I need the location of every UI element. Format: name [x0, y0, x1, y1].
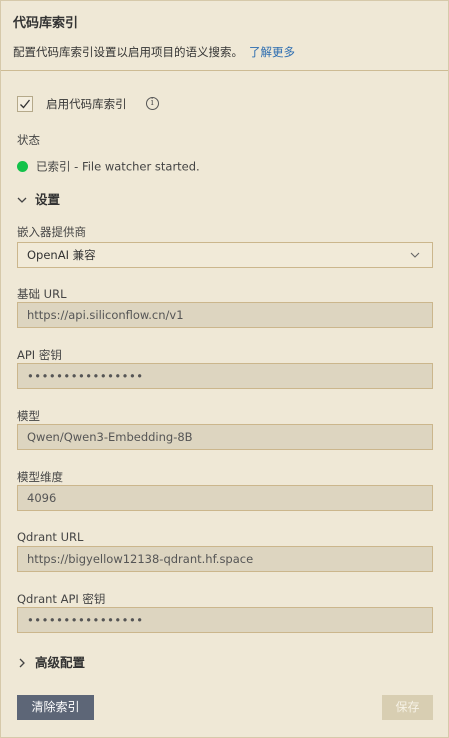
enable-indexing-label: 启用代码库索引: [46, 96, 127, 111]
dimension-label: 模型维度: [17, 470, 63, 484]
settings-section-toggle[interactable]: 设置: [17, 189, 60, 208]
qdrant-key-input[interactable]: ••••••••••••••••: [17, 607, 433, 633]
info-icon[interactable]: i: [145, 97, 159, 110]
status-row: 已索引 - File watcher started.: [17, 156, 200, 175]
panel-title: 代码库索引: [13, 16, 79, 31]
clear-index-button[interactable]: 清除索引: [17, 695, 94, 720]
advanced-title: 高级配置: [35, 655, 86, 670]
api-key-input[interactable]: ••••••••••••••••: [17, 363, 433, 389]
embedder-value: OpenAI 兼容: [27, 248, 96, 262]
qdrant-url-input[interactable]: https://bigyellow12138-qdrant.hf.space: [17, 546, 433, 572]
description-text: 配置代码库索引设置以启用项目的语义搜索。: [13, 45, 243, 59]
status-text: 已索引 - File watcher started.: [36, 159, 200, 174]
embedder-select[interactable]: OpenAI 兼容: [17, 242, 433, 268]
status-indicator: [17, 161, 28, 172]
panel-header: 代码库索引 配置代码库索引设置以启用项目的语义搜索。 了解更多: [1, 1, 448, 71]
chevron-down-icon: [17, 197, 27, 203]
chevron-down-icon: [410, 252, 420, 258]
status-label: 状态: [17, 133, 40, 147]
advanced-section-toggle[interactable]: 高级配置: [17, 652, 85, 671]
save-button[interactable]: 保存: [382, 695, 433, 720]
qdrant-key-label: Qdrant API 密钥: [17, 592, 106, 606]
learn-more-link[interactable]: 了解更多: [249, 45, 295, 59]
model-input[interactable]: Qwen/Qwen3-Embedding-8B: [17, 424, 433, 450]
codebase-index-panel: 代码库索引 配置代码库索引设置以启用项目的语义搜索。 了解更多 启用代码库索引 i…: [0, 0, 449, 738]
dimension-input[interactable]: 4096: [17, 485, 433, 511]
api-key-label: API 密钥: [17, 348, 62, 362]
checkmark-icon: [20, 99, 31, 108]
enable-indexing-row: 启用代码库索引 i: [17, 93, 159, 112]
qdrant-url-label: Qdrant URL: [17, 530, 84, 544]
base-url-label: 基础 URL: [17, 287, 67, 301]
panel-description: 配置代码库索引设置以启用项目的语义搜索。 了解更多: [13, 44, 436, 60]
base-url-input[interactable]: https://api.siliconflow.cn/v1: [17, 302, 433, 328]
settings-title: 设置: [35, 192, 61, 207]
embedder-label: 嵌入器提供商: [17, 225, 86, 239]
chevron-right-icon: [19, 658, 25, 667]
enable-indexing-checkbox[interactable]: [17, 95, 33, 112]
model-label: 模型: [17, 409, 40, 423]
